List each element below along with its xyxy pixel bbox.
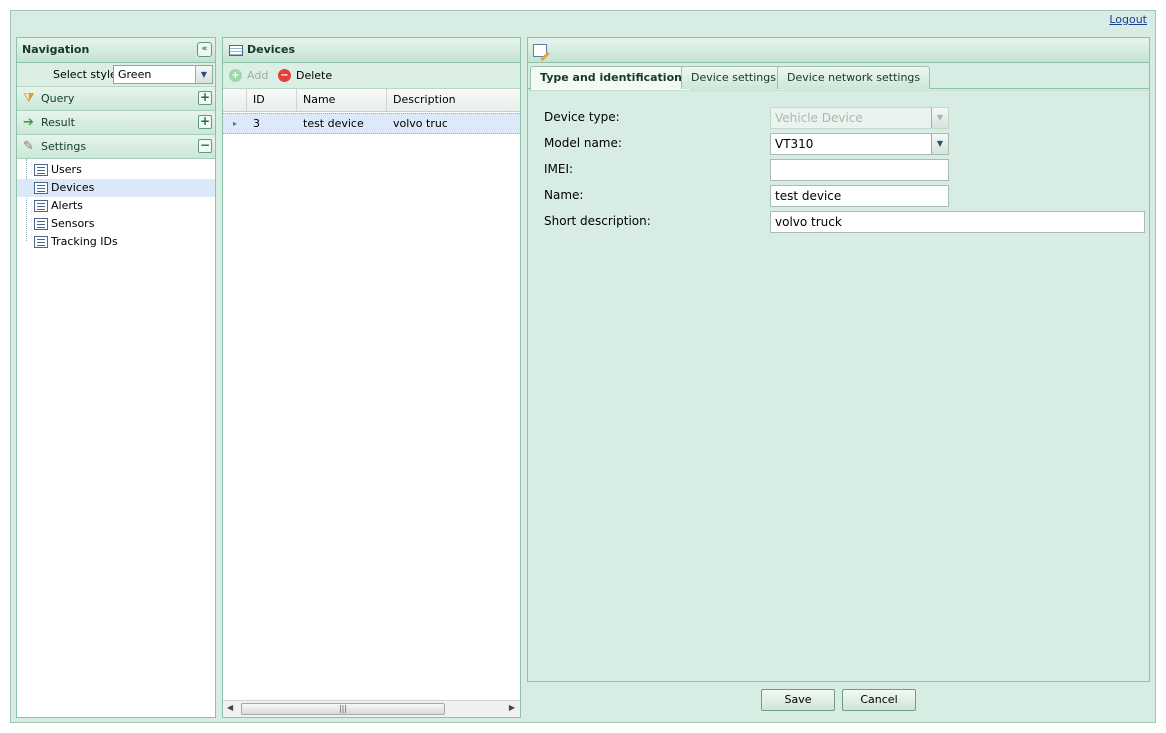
imei-label: IMEI:: [544, 162, 574, 176]
column-header-description[interactable]: Description: [387, 89, 520, 111]
delete-icon: −: [278, 69, 291, 82]
tab-type-and-identification[interactable]: Type and identification: [530, 66, 692, 90]
navigation-panel: Navigation « Select style Green ▼ ⧩ Quer…: [16, 37, 216, 718]
devices-toolbar: + Add − Delete: [223, 63, 520, 89]
chevron-down-icon: ▼: [931, 108, 948, 128]
navigation-header: Navigation «: [17, 38, 215, 63]
app-window: Logout Navigation « Select style Green ▼…: [10, 10, 1156, 723]
tree-item-devices[interactable]: Devices: [17, 179, 215, 197]
tree-item-label: Users: [51, 163, 82, 176]
tree-item-label: Sensors: [51, 217, 95, 230]
devices-title: Devices: [247, 43, 296, 56]
save-button[interactable]: Save: [761, 689, 835, 711]
short-description-input[interactable]: volvo truck: [770, 211, 1145, 233]
style-label: Select style: [53, 68, 117, 81]
scroll-right-icon[interactable]: ▶: [509, 703, 515, 712]
collapse-icon[interactable]: «: [197, 42, 212, 57]
device-type-value: Vehicle Device: [775, 111, 863, 125]
expand-icon[interactable]: +: [198, 91, 212, 105]
devices-header: Devices: [223, 38, 520, 63]
device-type-select: Vehicle Device ▼: [770, 107, 949, 129]
tab-device-settings[interactable]: Device settings: [681, 66, 786, 89]
list-icon: [34, 182, 48, 194]
accordion-result-label: Result: [41, 116, 75, 129]
column-header-name[interactable]: Name: [297, 89, 387, 111]
scroll-left-icon[interactable]: ◀: [227, 703, 233, 712]
chevron-down-icon[interactable]: ▼: [931, 134, 948, 154]
tree-item-users[interactable]: Users: [17, 161, 215, 179]
chevron-down-icon[interactable]: ▼: [195, 66, 212, 83]
device-type-label: Device type:: [544, 110, 620, 124]
accordion-result[interactable]: ➔ Result +: [17, 111, 215, 135]
model-name-label: Model name:: [544, 136, 622, 150]
style-select-value: Green: [118, 68, 152, 81]
model-name-value: VT310: [775, 137, 814, 151]
settings-tree: Users Devices Alerts Sensors Tracking ID…: [17, 159, 215, 251]
model-name-select[interactable]: VT310 ▼: [770, 133, 949, 155]
cell-description: volvo truck: [393, 117, 447, 130]
table-row[interactable]: ▸ 3 test device volvo truck: [223, 113, 520, 134]
add-icon: +: [229, 69, 242, 82]
tab-device-network-settings[interactable]: Device network settings: [777, 66, 931, 89]
style-select[interactable]: Green ▼: [113, 65, 213, 84]
navigation-title: Navigation: [22, 43, 90, 56]
settings-wrench-icon: ✎: [23, 139, 34, 154]
add-button[interactable]: + Add: [229, 68, 268, 84]
cell-name: test device: [303, 117, 364, 130]
tree-item-label: Devices: [51, 181, 95, 194]
funnel-icon: ⧩: [23, 91, 35, 106]
row-marker-icon: ▸: [233, 119, 238, 128]
accordion-settings-label: Settings: [41, 140, 87, 153]
device-detail-panel: Type and identification Device settings …: [527, 37, 1150, 682]
tree-item-alerts[interactable]: Alerts: [17, 197, 215, 215]
cell-id: 3: [253, 117, 260, 130]
list-icon: [34, 164, 48, 176]
edit-form-icon: [533, 44, 547, 57]
logout-link[interactable]: Logout: [1109, 13, 1147, 26]
add-label: Add: [247, 69, 269, 82]
devices-panel: Devices + Add − Delete ID Name Descripti…: [222, 37, 521, 718]
grid-header: ID Name Description: [223, 89, 520, 112]
list-icon: [34, 236, 48, 248]
scroll-thumb[interactable]: |||: [241, 703, 445, 715]
column-header-id[interactable]: ID: [247, 89, 297, 111]
accordion-query[interactable]: ⧩ Query +: [17, 87, 215, 111]
accordion-settings[interactable]: ✎ Settings −: [17, 135, 215, 159]
detail-tabs: Type and identification Device settings …: [528, 64, 1149, 90]
tree-item-tracking-ids[interactable]: Tracking IDs: [17, 233, 215, 251]
name-input[interactable]: test device: [770, 185, 949, 207]
horizontal-scrollbar[interactable]: ◀ ||| ▶: [223, 700, 520, 717]
imei-input[interactable]: [770, 159, 949, 181]
table-icon: [229, 45, 243, 56]
expand-icon[interactable]: +: [198, 115, 212, 129]
delete-button[interactable]: − Delete: [278, 68, 332, 84]
list-icon: [34, 200, 48, 212]
detail-form: Device type: Vehicle Device ▼ Model name…: [528, 90, 1149, 681]
folder-arrow-icon: ➔: [23, 115, 34, 130]
cancel-button[interactable]: Cancel: [842, 689, 916, 711]
tree-item-sensors[interactable]: Sensors: [17, 215, 215, 233]
short-description-label: Short description:: [544, 214, 651, 228]
detail-header: [528, 38, 1149, 63]
collapse-section-icon[interactable]: −: [198, 139, 212, 153]
tree-item-label: Tracking IDs: [51, 235, 118, 248]
list-icon: [34, 218, 48, 230]
accordion-query-label: Query: [41, 92, 75, 105]
style-selector-row: Select style Green ▼: [17, 63, 215, 87]
tree-item-label: Alerts: [51, 199, 83, 212]
name-label: Name:: [544, 188, 584, 202]
grid-header-marker: [223, 89, 247, 111]
delete-label: Delete: [296, 69, 333, 82]
